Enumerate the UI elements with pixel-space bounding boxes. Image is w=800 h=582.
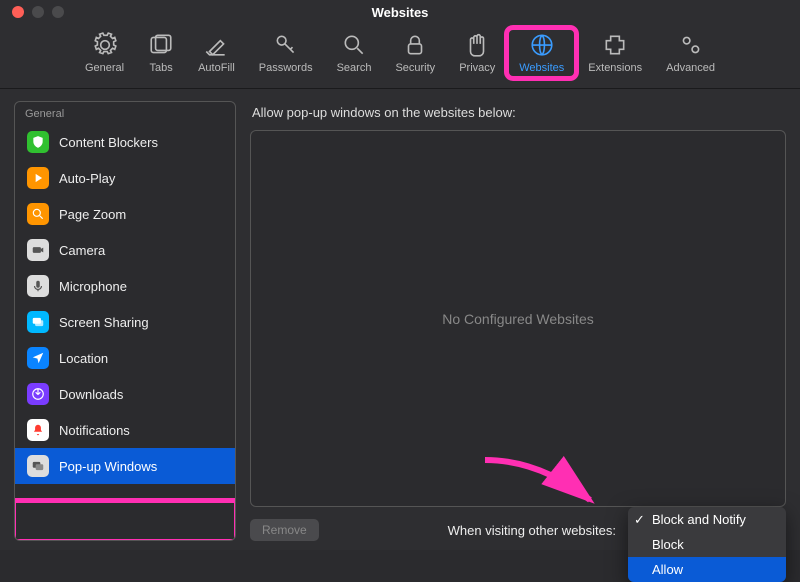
sidebar-item-label: Pop-up Windows xyxy=(59,459,157,474)
visiting-label: When visiting other websites: xyxy=(448,523,616,538)
titlebar: Websites xyxy=(0,0,800,24)
sidebar-item-location[interactable]: Location xyxy=(15,340,235,376)
tab-tabs[interactable]: Tabs xyxy=(136,28,186,78)
tab-privacy[interactable]: Privacy xyxy=(447,28,507,78)
sidebar-item-camera[interactable]: Camera xyxy=(15,232,235,268)
tab-extensions[interactable]: Extensions xyxy=(576,28,654,78)
location-icon xyxy=(27,347,49,369)
hand-icon xyxy=(464,32,490,58)
empty-state-label: No Configured Websites xyxy=(442,311,593,327)
gears-icon xyxy=(678,32,704,58)
sidebar: General Content Blockers Auto-Play Page … xyxy=(14,101,236,541)
tab-advanced[interactable]: Advanced xyxy=(654,28,727,78)
gear-icon xyxy=(92,32,118,58)
sidebar-item-label: Auto-Play xyxy=(59,171,115,186)
zoom-icon xyxy=(27,203,49,225)
globe-icon xyxy=(529,32,555,58)
window-icon xyxy=(27,455,49,477)
bell-icon xyxy=(27,419,49,441)
sidebar-item-label: Screen Sharing xyxy=(59,315,149,330)
content-area: General Content Blockers Auto-Play Page … xyxy=(0,89,800,555)
preferences-window: Websites General Tabs AutoFill Passwords… xyxy=(0,0,800,550)
tab-passwords[interactable]: Passwords xyxy=(247,28,325,78)
dropdown-option-allow[interactable]: Allow xyxy=(628,557,786,582)
sidebar-item-notifications[interactable]: Notifications xyxy=(15,412,235,448)
main-panel: Allow pop-up windows on the websites bel… xyxy=(250,101,786,541)
sidebar-item-label: Downloads xyxy=(59,387,123,402)
visiting-dropdown-menu: Block and Notify Block Allow xyxy=(628,507,786,582)
tabs-icon xyxy=(148,32,174,58)
lock-icon xyxy=(402,32,428,58)
sidebar-item-screen-sharing[interactable]: Screen Sharing xyxy=(15,304,235,340)
remove-button[interactable]: Remove xyxy=(250,519,319,541)
tab-label: Search xyxy=(337,62,372,74)
sidebar-item-label: Page Zoom xyxy=(59,207,126,222)
download-icon xyxy=(27,383,49,405)
sidebar-item-label: Location xyxy=(59,351,108,366)
tab-websites[interactable]: Websites xyxy=(507,28,576,78)
websites-list[interactable]: No Configured Websites xyxy=(250,130,786,507)
sidebar-item-label: Microphone xyxy=(59,279,127,294)
main-header: Allow pop-up windows on the websites bel… xyxy=(250,101,786,130)
tab-label: Advanced xyxy=(666,62,715,74)
tab-label: Websites xyxy=(519,62,564,74)
tab-label: Extensions xyxy=(588,62,642,74)
shield-icon xyxy=(27,131,49,153)
tab-label: General xyxy=(85,62,124,74)
tab-label: Privacy xyxy=(459,62,495,74)
sidebar-item-downloads[interactable]: Downloads xyxy=(15,376,235,412)
sidebar-item-label: Camera xyxy=(59,243,105,258)
pencil-icon xyxy=(203,32,229,58)
sidebar-group-label: General xyxy=(15,102,235,124)
tab-label: AutoFill xyxy=(198,62,235,74)
tab-general[interactable]: General xyxy=(73,28,136,78)
camera-icon xyxy=(27,239,49,261)
search-icon xyxy=(341,32,367,58)
microphone-icon xyxy=(27,275,49,297)
tab-search[interactable]: Search xyxy=(325,28,384,78)
sidebar-item-auto-play[interactable]: Auto-Play xyxy=(15,160,235,196)
screen-icon xyxy=(27,311,49,333)
window-title: Websites xyxy=(0,5,800,20)
annotation-highlight xyxy=(14,498,236,541)
tab-label: Tabs xyxy=(149,62,172,74)
tab-autofill[interactable]: AutoFill xyxy=(186,28,247,78)
sidebar-item-page-zoom[interactable]: Page Zoom xyxy=(15,196,235,232)
sidebar-item-content-blockers[interactable]: Content Blockers xyxy=(15,124,235,160)
tab-label: Passwords xyxy=(259,62,313,74)
key-icon xyxy=(273,32,299,58)
sidebar-item-label: Notifications xyxy=(59,423,130,438)
sidebar-item-popup-windows[interactable]: Pop-up Windows xyxy=(15,448,235,484)
tab-label: Security xyxy=(395,62,435,74)
dropdown-option-block-notify[interactable]: Block and Notify xyxy=(628,507,786,532)
play-icon xyxy=(27,167,49,189)
puzzle-icon xyxy=(602,32,628,58)
footer-controls: Remove When visiting other websites: Blo… xyxy=(250,507,786,541)
sidebar-item-microphone[interactable]: Microphone xyxy=(15,268,235,304)
sidebar-item-label: Content Blockers xyxy=(59,135,158,150)
tab-security[interactable]: Security xyxy=(383,28,447,78)
dropdown-option-block[interactable]: Block xyxy=(628,532,786,557)
preferences-toolbar: General Tabs AutoFill Passwords Search S… xyxy=(0,24,800,89)
